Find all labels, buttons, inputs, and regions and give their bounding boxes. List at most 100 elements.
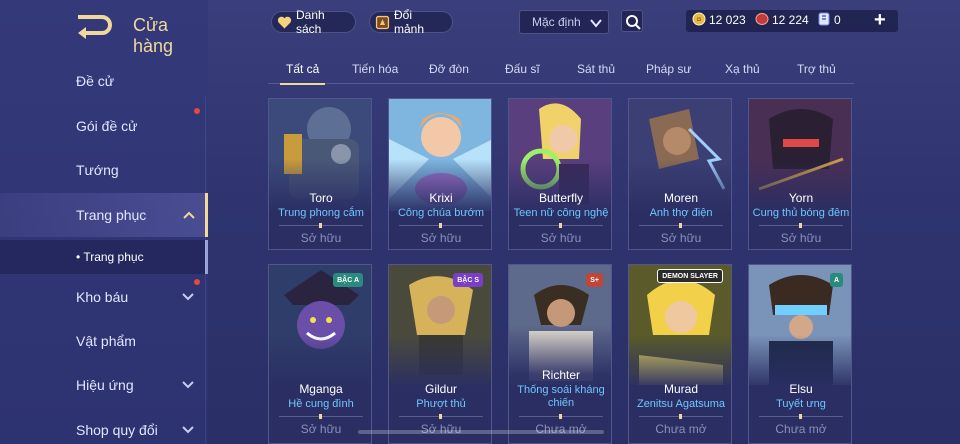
skin-name: Cung thủ bóng đêm <box>752 207 850 219</box>
sidebar-item-label: Hiệu ứng <box>76 377 134 393</box>
card-divider <box>399 223 483 228</box>
back-button[interactable] <box>72 8 122 42</box>
sidebar-item-heroes[interactable]: Tướng <box>0 148 208 192</box>
tab-label: Tất cả <box>286 62 320 76</box>
sidebar-item-label: Tướng <box>76 162 119 178</box>
card-divider <box>519 223 603 228</box>
tier-badge: BẬC A <box>333 273 363 287</box>
tier-badge: A <box>829 273 843 287</box>
ownership-status: Sở hữu <box>780 231 822 245</box>
ownership-status: Sở hữu <box>300 231 342 245</box>
gold-coin-icon: ¤ <box>692 12 706 26</box>
hero-name: Gildur <box>424 382 457 396</box>
tab-label: Đỡ đòn <box>429 62 469 76</box>
hero-name: Richter <box>541 368 580 382</box>
skin-card-gildur[interactable]: BẬC S Gildur Phượt thủ Sở hữu <box>388 264 492 444</box>
sidebar-item-treasure[interactable]: Kho báu <box>0 275 208 319</box>
skin-card-murad[interactable]: DEMON SLAYER Murad Zenitsu Agatsuma Chưa… <box>628 264 732 444</box>
skin-card-richter[interactable]: S+ Richter Thống soái kháng chiến Chưa m… <box>508 264 612 444</box>
tab-tank[interactable]: Đỡ đòn <box>429 62 469 84</box>
card-divider <box>639 414 723 419</box>
ticket-amount: 0 <box>834 13 841 27</box>
exchange-fragments-button[interactable]: Đổi mảnh <box>369 8 453 36</box>
svg-text:¤: ¤ <box>697 15 702 24</box>
skin-name: Teen nữ công nghệ <box>513 207 609 219</box>
skin-card-toro[interactable]: Toro Trung phong cắm Sở hữu <box>268 98 372 250</box>
skin-name: Hề cung đình <box>288 398 354 410</box>
sidebar-item-label: Đề cử <box>76 73 115 89</box>
tab-label: Đấu sĩ <box>505 62 540 76</box>
skin-name: Anh thợ điện <box>649 207 713 219</box>
sidebar-item-items[interactable]: Vật phẩm <box>0 319 208 363</box>
tier-badge: BẬC S <box>453 273 483 287</box>
chevron-down-icon <box>182 426 194 434</box>
tab-evolution[interactable]: Tiến hóa <box>352 62 398 84</box>
card-divider <box>279 414 363 419</box>
sidebar-item-effects[interactable]: Hiệu ứng <box>0 363 208 407</box>
skin-card-butterfly[interactable]: Butterfly Teen nữ công nghệ Sở hữu <box>508 98 612 250</box>
sidebar-subitem-skins[interactable]: • Trang phục <box>0 240 208 274</box>
ownership-status: Sở hữu <box>420 231 462 245</box>
hero-name: Moren <box>663 191 698 205</box>
chevron-down-icon <box>182 381 194 389</box>
tab-all[interactable]: Tất cả <box>279 62 326 85</box>
ownership-status: Chưa mở <box>655 422 707 436</box>
sidebar-item-label: Kho báu <box>76 289 129 305</box>
tab-label: Pháp sư <box>646 62 692 76</box>
hero-name: Toro <box>309 191 333 205</box>
add-currency-button[interactable]: + <box>874 9 886 32</box>
notification-dot <box>194 108 200 114</box>
tier-badge: S+ <box>586 273 603 287</box>
sidebar-subitem-label: • Trang phục <box>76 250 144 264</box>
page-title: Cửa hàng <box>133 15 174 56</box>
skin-name: Phượt thủ <box>416 398 466 410</box>
skin-card-mganga[interactable]: BẬC A Mganga Hề cung đình Sở hữu <box>268 264 372 444</box>
sidebar-item-label: Shop quy đổi <box>76 422 158 438</box>
voucher-icon <box>755 13 769 25</box>
skin-card-krixi[interactable]: Krixi Công chúa bướm Sở hữu <box>388 98 492 250</box>
sidebar-item-skins[interactable]: Trang phục <box>0 193 208 237</box>
tab-support[interactable]: Trợ thủ <box>797 62 836 84</box>
tab-marksman[interactable]: Xạ thủ <box>725 62 760 84</box>
sort-value: Mặc định <box>532 15 581 29</box>
tab-fighter[interactable]: Đấu sĩ <box>505 62 540 84</box>
exchange-label: Đổi mảnh <box>394 8 425 36</box>
sidebar-divider <box>205 96 206 444</box>
heart-icon <box>277 16 292 29</box>
tab-mage[interactable]: Pháp sư <box>646 62 691 84</box>
horizontal-scrollbar[interactable] <box>358 430 604 434</box>
notification-dot <box>194 279 200 285</box>
skin-card-elsu[interactable]: A Elsu Tuyết ưng Chưa mở <box>748 264 852 444</box>
tab-label: Sát thủ <box>577 62 616 76</box>
sidebar-item-label: Gói đề cử <box>76 118 138 134</box>
skin-card-yorn[interactable]: Yorn Cung thủ bóng đêm Sở hữu <box>748 98 852 250</box>
skin-name: Tuyết ưng <box>776 398 826 410</box>
list-label: Danh sách <box>296 8 325 36</box>
list-button[interactable]: Danh sách <box>271 8 356 36</box>
tab-label: Tiến hóa <box>352 62 399 76</box>
skin-name: Trung phong cắm <box>278 207 364 219</box>
chevron-up-icon <box>183 211 195 219</box>
card-divider <box>279 223 363 228</box>
sidebar-item-recommended[interactable]: Đề cử <box>0 59 208 103</box>
fragment-icon <box>375 15 390 30</box>
ownership-status: Sở hữu <box>540 231 582 245</box>
tab-assassin[interactable]: Sát thủ <box>577 62 615 84</box>
chevron-down-icon <box>182 293 194 301</box>
card-divider <box>759 414 843 419</box>
hero-name: Yorn <box>788 191 814 205</box>
skin-card-moren[interactable]: Moren Anh thợ điện Sở hữu <box>628 98 732 250</box>
sort-select[interactable]: Mặc định <box>519 10 609 34</box>
card-divider <box>639 223 723 228</box>
search-button[interactable] <box>621 10 643 32</box>
hero-name: Butterfly <box>538 191 583 205</box>
hero-name: Murad <box>663 382 698 396</box>
card-divider <box>519 414 603 419</box>
ownership-status: Sở hữu <box>660 231 702 245</box>
ownership-status: Sở hữu <box>300 422 342 436</box>
skin-name: Thống soái kháng chiến <box>517 384 605 409</box>
franchise-badge: DEMON SLAYER <box>657 269 723 283</box>
sidebar-item-exchange-shop[interactable]: Shop quy đổi <box>0 408 208 444</box>
ticket-icon <box>818 12 830 26</box>
sidebar-item-bundles[interactable]: Gói đề cử <box>0 104 208 148</box>
